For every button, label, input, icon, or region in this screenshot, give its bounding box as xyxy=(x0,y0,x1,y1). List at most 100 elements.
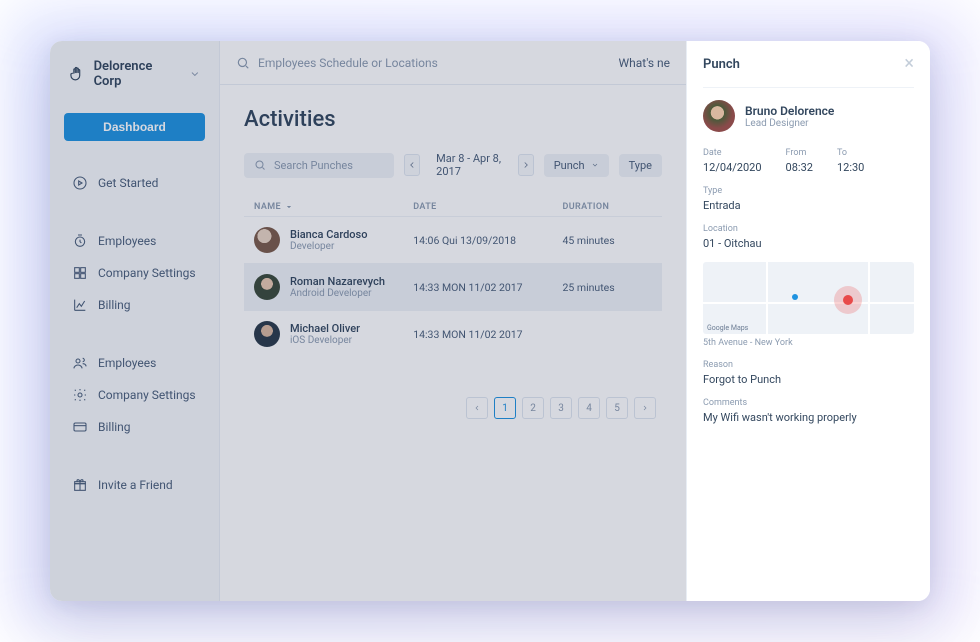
table-row[interactable]: Roman Nazarevych Android Developer 14:33… xyxy=(244,263,662,310)
chevron-right-icon xyxy=(641,404,649,412)
type-label: Type xyxy=(703,186,914,196)
map-caption: 5th Avenue - New York xyxy=(703,338,914,348)
row-name: Michael Oliver xyxy=(290,322,360,335)
sidebar-item-label: Billing xyxy=(98,420,131,434)
map-point-icon xyxy=(792,294,798,300)
avatar xyxy=(254,321,280,347)
panel-title: Punch xyxy=(703,57,740,72)
table-header: NAME DATE DURATION xyxy=(244,198,662,216)
date-label: Date xyxy=(703,148,762,158)
comments-label: Comments xyxy=(703,398,914,408)
page-next-button[interactable] xyxy=(634,397,656,419)
table-row[interactable]: Michael Oliver iOS Developer 14:33 MON 1… xyxy=(244,310,662,357)
header-duration[interactable]: DURATION xyxy=(562,202,652,212)
row-date: 14:33 MON 11/02 2017 xyxy=(413,328,562,341)
avatar xyxy=(703,100,735,132)
avatar xyxy=(254,274,280,300)
location-map[interactable]: Google Maps xyxy=(703,262,914,334)
type-value: Entrada xyxy=(703,199,914,212)
row-date: 14:33 MON 11/02 2017 xyxy=(413,281,562,294)
brand[interactable]: Delorence Corp xyxy=(50,59,219,105)
sidebar-item-label: Billing xyxy=(98,298,131,312)
from-label: From xyxy=(786,148,813,158)
sidebar-item-employees[interactable]: Employees xyxy=(50,225,219,257)
avatar xyxy=(254,227,280,253)
sidebar-item-label: Employees xyxy=(98,234,156,248)
gift-icon xyxy=(72,477,88,493)
dashboard-button[interactable]: Dashboard xyxy=(64,113,205,141)
sidebar-item-billing[interactable]: Billing xyxy=(50,289,219,321)
row-name: Bianca Cardoso xyxy=(290,228,367,241)
play-circle-icon xyxy=(72,175,88,191)
page-5[interactable]: 5 xyxy=(606,397,628,419)
chevron-right-icon xyxy=(521,160,531,170)
sidebar-item-get-started[interactable]: Get Started xyxy=(50,167,219,199)
sidebar-item-company-settings-2[interactable]: Company Settings xyxy=(50,379,219,411)
date-prev-button[interactable] xyxy=(404,154,420,176)
row-duration: 25 minutes xyxy=(562,281,652,294)
users-icon xyxy=(72,355,88,371)
dropdown-label: Punch xyxy=(554,159,585,172)
sidebar-item-billing-2[interactable]: Billing xyxy=(50,411,219,443)
detail-panel: Punch × Bruno Delorence Lead Designer Da… xyxy=(686,41,930,601)
filter-punch-dropdown[interactable]: Punch xyxy=(544,154,609,177)
row-date: 14:06 Qui 13/09/2018 xyxy=(413,234,562,247)
date-next-button[interactable] xyxy=(518,154,534,176)
main: Employees Schedule or Locations What's n… xyxy=(220,41,686,601)
filters-bar: Search Punches Mar 8 - Apr 8, 2017 Punch… xyxy=(244,152,662,178)
sort-icon xyxy=(285,203,293,211)
user-role: Lead Designer xyxy=(745,118,834,129)
chevron-down-icon xyxy=(591,161,599,169)
page-4[interactable]: 4 xyxy=(578,397,600,419)
row-role: Android Developer xyxy=(290,288,385,299)
sidebar-item-label: Employees xyxy=(98,356,156,370)
row-duration: 45 minutes xyxy=(562,234,652,247)
to-label: To xyxy=(837,148,864,158)
row-role: Developer xyxy=(290,241,367,252)
topbar: Employees Schedule or Locations What's n… xyxy=(220,41,686,85)
sidebar-item-label: Invite a Friend xyxy=(98,478,173,492)
page-3[interactable]: 3 xyxy=(550,397,572,419)
filter-type-dropdown[interactable]: Type xyxy=(619,154,662,177)
map-attribution: Google Maps xyxy=(707,324,748,332)
reason-label: Reason xyxy=(703,360,914,370)
sidebar-item-employees-2[interactable]: Employees xyxy=(50,347,219,379)
sidebar: Delorence Corp Dashboard Get Started Emp… xyxy=(50,41,220,601)
sidebar-item-label: Company Settings xyxy=(98,388,196,402)
date-range[interactable]: Mar 8 - Apr 8, 2017 xyxy=(430,152,507,178)
comments-value: My Wifi wasn't working properly xyxy=(703,411,914,424)
clock-icon xyxy=(72,233,88,249)
close-icon[interactable]: × xyxy=(904,55,914,73)
pagination: 1 2 3 4 5 xyxy=(244,397,662,419)
chevron-left-icon xyxy=(407,160,417,170)
search-punches-input[interactable]: Search Punches xyxy=(244,153,394,178)
reason-value: Forgot to Punch xyxy=(703,373,914,386)
to-value: 12:30 xyxy=(837,161,864,174)
whats-new-link[interactable]: What's ne xyxy=(619,56,671,70)
chart-icon xyxy=(72,297,88,313)
gear-icon xyxy=(72,387,88,403)
page-prev-button[interactable] xyxy=(466,397,488,419)
sidebar-item-invite[interactable]: Invite a Friend xyxy=(50,469,219,501)
chevron-left-icon xyxy=(473,404,481,412)
sidebar-item-company-settings[interactable]: Company Settings xyxy=(50,257,219,289)
header-name[interactable]: NAME xyxy=(254,202,413,212)
global-search[interactable]: Employees Schedule or Locations xyxy=(236,56,609,70)
brand-name: Delorence Corp xyxy=(94,59,182,89)
search-icon xyxy=(236,56,250,70)
placeholder: Search Punches xyxy=(274,159,353,172)
page-2[interactable]: 2 xyxy=(522,397,544,419)
table-row[interactable]: Bianca Cardoso Developer 14:06 Qui 13/09… xyxy=(244,216,662,263)
search-icon xyxy=(254,159,266,171)
header-date[interactable]: DATE xyxy=(413,202,562,212)
dropdown-label: Type xyxy=(629,159,652,172)
location-value: 01 - Oitchau xyxy=(703,237,914,250)
card-icon xyxy=(72,419,88,435)
row-name: Roman Nazarevych xyxy=(290,275,385,288)
page-1[interactable]: 1 xyxy=(494,397,516,419)
map-pin-icon xyxy=(834,286,862,314)
grid-icon xyxy=(72,265,88,281)
panel-user: Bruno Delorence Lead Designer xyxy=(703,100,914,132)
row-role: iOS Developer xyxy=(290,335,360,346)
chevron-down-icon xyxy=(189,68,201,80)
